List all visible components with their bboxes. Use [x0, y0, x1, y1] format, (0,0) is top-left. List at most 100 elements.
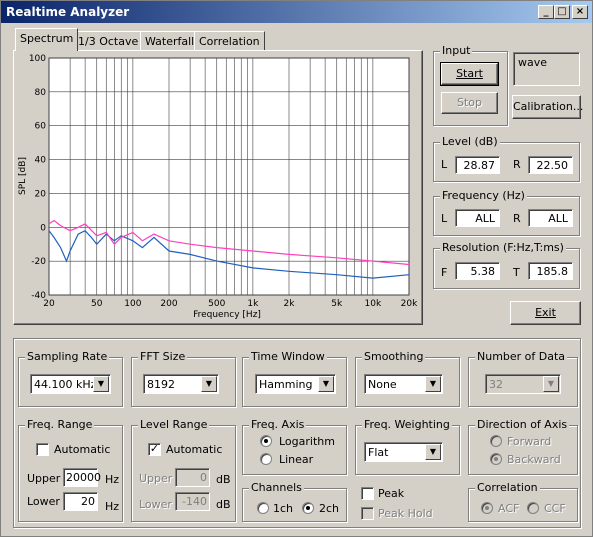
- calibration-button-label: Calibration...: [513, 100, 584, 113]
- freq-weighting-label: Freq. Weighting: [362, 418, 452, 431]
- y-tick-label: 60: [35, 122, 47, 132]
- channels-2ch-label: 2ch: [319, 502, 340, 515]
- x-tick-label: 10k: [365, 299, 382, 309]
- x-tick-label: 1k: [247, 299, 259, 309]
- correlation-acf-label: ACF: [498, 502, 520, 515]
- fft-size-select[interactable]: 8192 ▼: [143, 374, 219, 394]
- correlation-ccf-radio[interactable]: [527, 502, 539, 514]
- frequency-l-value: ALL: [455, 209, 500, 227]
- start-button[interactable]: Start: [440, 62, 499, 86]
- channels-1ch-label: 1ch: [273, 502, 294, 515]
- calibration-button[interactable]: Calibration...: [512, 95, 584, 119]
- frequency-group-label: Frequency (Hz): [440, 189, 527, 202]
- level-upper-label: Upper: [139, 472, 173, 485]
- level-lower-label: Lower: [139, 498, 172, 511]
- x-tick-label: 500: [208, 299, 225, 309]
- chevron-down-icon[interactable]: ▼: [543, 376, 559, 392]
- level-upper-input[interactable]: 0: [175, 468, 210, 487]
- freq-axis-label: Freq. Axis: [249, 418, 307, 431]
- time-window-label: Time Window: [249, 350, 327, 363]
- level-lower-input[interactable]: -140: [175, 492, 210, 511]
- direction-backward-label: Backward: [507, 453, 561, 466]
- tab-third-octave[interactable]: 1/3 Octave: [73, 31, 144, 51]
- frequency-l-label: L: [441, 212, 448, 225]
- chevron-down-icon[interactable]: ▼: [201, 376, 217, 392]
- number-of-data-select[interactable]: 32 ▼: [485, 374, 561, 394]
- y-tick-label: 40: [35, 156, 47, 166]
- tab-waterfall-label: Waterfall: [145, 35, 195, 48]
- freq-lower-input[interactable]: 20: [63, 492, 98, 511]
- number-of-data-label: Number of Data: [475, 350, 568, 363]
- frequency-r-value: ALL: [528, 209, 573, 227]
- chevron-down-icon[interactable]: ▼: [318, 376, 334, 392]
- resolution-t-value: 185.8: [528, 262, 573, 280]
- y-tick-labels: 100806040200-20-40: [29, 54, 46, 301]
- exit-button[interactable]: Exit: [510, 301, 581, 325]
- freq-axis-log-radio[interactable]: [260, 435, 272, 447]
- freq-upper-unit: Hz: [105, 473, 120, 486]
- direction-forward-radio[interactable]: [490, 435, 502, 447]
- fft-size-label: FFT Size: [138, 350, 188, 363]
- freq-weighting-value: Flat: [368, 446, 389, 459]
- channels-label: Channels: [249, 481, 304, 494]
- sampling-rate-select[interactable]: 44.100 kHz ▼: [30, 374, 111, 394]
- tab-third-octave-label: 1/3 Octave: [78, 35, 139, 48]
- resolution-f-label: F: [441, 266, 448, 279]
- fft-size-value: 8192: [147, 378, 175, 391]
- maximize-button[interactable]: □: [554, 5, 570, 19]
- level-lower-unit: dB: [216, 498, 231, 511]
- close-button[interactable]: ×: [572, 5, 588, 19]
- peak-hold-checkbox[interactable]: [361, 507, 374, 520]
- y-tick-label: 0: [40, 223, 46, 233]
- realtime-analyzer-window: Realtime Analyzer _ □ × Spectrum 1/3 Oct…: [0, 0, 593, 537]
- freq-lower-label: Lower: [27, 495, 60, 508]
- correlation-label: Correlation: [475, 481, 540, 494]
- freq-range-automatic-checkbox[interactable]: [36, 443, 49, 456]
- time-window-value: Hamming: [259, 378, 313, 391]
- direction-group: Direction of Axis: [468, 418, 578, 475]
- start-button-label: Start: [456, 67, 483, 80]
- peak-hold-label: Peak Hold: [378, 507, 433, 520]
- smoothing-label: Smoothing: [362, 350, 426, 363]
- direction-forward-label: Forward: [507, 435, 552, 448]
- channels-1ch-radio[interactable]: [257, 502, 269, 514]
- correlation-acf-radio[interactable]: [481, 502, 493, 514]
- freq-range-label: Freq. Range: [25, 418, 95, 431]
- stop-button[interactable]: Stop: [441, 92, 498, 114]
- tab-spectrum[interactable]: Spectrum: [15, 28, 79, 51]
- freq-weighting-select[interactable]: Flat ▼: [364, 442, 443, 462]
- minimize-button[interactable]: _: [538, 5, 554, 19]
- freq-axis-group: Freq. Axis: [242, 418, 347, 475]
- smoothing-select[interactable]: None ▼: [364, 374, 443, 394]
- peak-checkbox[interactable]: [361, 487, 374, 500]
- channels-2ch-radio[interactable]: [302, 502, 314, 514]
- stop-button-label: Stop: [456, 96, 482, 109]
- sampling-rate-value: 44.100 kHz: [34, 378, 97, 391]
- resolution-group-label: Resolution (F:Hz,T:ms): [440, 241, 566, 254]
- freq-upper-label: Upper: [27, 472, 61, 485]
- level-range-automatic-checkbox[interactable]: ✓: [148, 443, 161, 456]
- time-window-select[interactable]: Hamming ▼: [255, 374, 336, 394]
- tab-correlation[interactable]: Correlation: [194, 31, 265, 51]
- x-tick-label: 100: [124, 299, 141, 309]
- resolution-f-value: 5.38: [455, 262, 500, 280]
- tab-waterfall[interactable]: Waterfall: [140, 31, 200, 51]
- chevron-down-icon[interactable]: ▼: [425, 444, 441, 460]
- chevron-down-icon[interactable]: ▼: [93, 376, 109, 392]
- y-tick-label: -20: [31, 257, 46, 267]
- freq-lower-unit: Hz: [105, 500, 120, 513]
- input-source-value: wave: [518, 56, 548, 69]
- freq-axis-linear-radio[interactable]: [260, 453, 272, 465]
- y-tick-label: 20: [35, 189, 47, 199]
- title-bar: Realtime Analyzer _ □ ×: [1, 1, 592, 23]
- input-group-label: Input: [440, 44, 473, 57]
- chevron-down-icon[interactable]: ▼: [425, 376, 441, 392]
- level-upper-unit: dB: [216, 473, 231, 486]
- direction-backward-radio[interactable]: [490, 453, 502, 465]
- freq-range-automatic-label: Automatic: [54, 443, 111, 456]
- y-axis-label: SPL [dB]: [18, 157, 28, 195]
- x-tick-labels: 20 50 100 200 500 1k 2k 5k 10k 20k: [43, 299, 418, 309]
- number-of-data-value: 32: [489, 378, 503, 391]
- resolution-t-label: T: [513, 266, 520, 279]
- freq-upper-input[interactable]: 20000: [63, 468, 101, 487]
